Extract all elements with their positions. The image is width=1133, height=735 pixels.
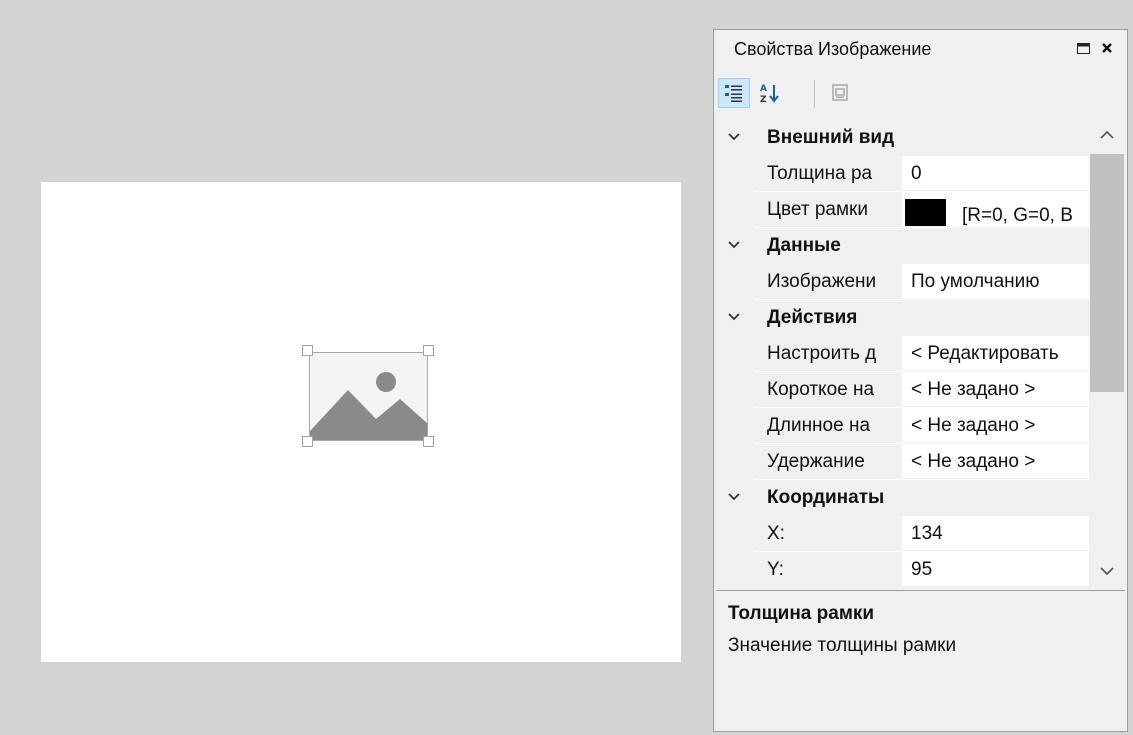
svg-text:Z: Z xyxy=(760,95,767,104)
image-widget[interactable] xyxy=(302,345,434,447)
description-text: Значение толщины рамки xyxy=(728,635,957,656)
chevron-down-icon[interactable] xyxy=(726,489,742,511)
configure-value[interactable]: < Редактировать xyxy=(903,336,1089,371)
scrollbar-thumb[interactable] xyxy=(1090,154,1124,392)
property-row-border-width[interactable]: Толщина ра 0 xyxy=(716,156,1089,192)
design-canvas[interactable] xyxy=(41,182,681,662)
property-label: Изображени xyxy=(754,264,902,299)
category-actions[interactable]: Действия xyxy=(716,300,1089,336)
property-label: Длинное на xyxy=(754,408,902,443)
property-label: Цвет рамки xyxy=(754,192,902,227)
category-data[interactable]: Данные xyxy=(716,228,1089,264)
category-label: Координаты xyxy=(767,487,885,508)
category-label: Действия xyxy=(767,307,858,328)
image-placeholder-icon xyxy=(309,352,428,441)
row-gutter xyxy=(716,408,754,444)
property-label: Удержание xyxy=(754,444,902,479)
row-gutter xyxy=(716,516,754,552)
row-gutter xyxy=(716,156,754,192)
property-label: Y: xyxy=(754,552,902,586)
row-gutter xyxy=(716,264,754,300)
resize-handle-top-right[interactable] xyxy=(423,345,434,356)
panel-toolbar: A Z xyxy=(714,70,1127,116)
chevron-down-icon[interactable] xyxy=(726,129,742,151)
property-label: Толщина ра xyxy=(754,156,902,191)
chevron-down-icon[interactable] xyxy=(726,237,742,259)
svg-text:A: A xyxy=(760,84,767,94)
hold-value[interactable]: < Не задано > xyxy=(903,444,1089,479)
property-label: Настроить д xyxy=(754,336,902,371)
property-label: Короткое на xyxy=(754,372,902,407)
property-row-short-press[interactable]: Короткое на < Не задано > xyxy=(716,372,1089,408)
category-coordinates[interactable]: Координаты xyxy=(716,480,1089,516)
resize-handle-bottom-right[interactable] xyxy=(423,436,434,447)
row-gutter xyxy=(716,552,754,586)
category-label: Внешний вид xyxy=(767,127,895,148)
panel-title: Свойства Изображение xyxy=(734,39,932,59)
row-gutter xyxy=(716,372,754,408)
color-rgb-text: [R=0, G=0, B xyxy=(962,205,1073,226)
row-gutter xyxy=(716,444,754,480)
property-row-configure[interactable]: Настроить д < Редактировать xyxy=(716,336,1089,372)
scroll-down-icon[interactable] xyxy=(1089,556,1125,586)
panel-titlebar: Свойства Изображение xyxy=(714,30,1127,66)
x-value[interactable]: 134 xyxy=(903,516,1089,551)
property-row-y[interactable]: Y: 95 xyxy=(716,552,1089,586)
row-gutter xyxy=(716,336,754,372)
vertical-scrollbar[interactable] xyxy=(1089,120,1125,586)
image-value[interactable]: По умолчанию xyxy=(903,264,1089,299)
sort-alphabetical-icon[interactable]: A Z xyxy=(754,78,786,108)
property-grid[interactable]: Внешний вид Толщина ра 0 Цвет рамки [R=0… xyxy=(716,120,1125,586)
chevron-down-icon[interactable] xyxy=(726,309,742,331)
property-label: X: xyxy=(754,516,902,551)
row-gutter xyxy=(716,192,754,228)
color-swatch xyxy=(905,199,946,226)
resize-handle-bottom-left[interactable] xyxy=(302,436,313,447)
toolbar-separator xyxy=(814,80,815,108)
property-row-image[interactable]: Изображени По умолчанию xyxy=(716,264,1089,300)
resize-handle-top-left[interactable] xyxy=(302,345,313,356)
description-pane: Толщина рамки Значение толщины рамки xyxy=(716,590,1125,730)
long-press-value[interactable]: < Не задано > xyxy=(903,408,1089,443)
description-title: Толщина рамки xyxy=(728,603,875,624)
border-width-value[interactable]: 0 xyxy=(903,156,1089,191)
scroll-up-icon[interactable] xyxy=(1089,120,1125,150)
category-appearance[interactable]: Внешний вид xyxy=(716,120,1089,156)
categorized-view-icon[interactable] xyxy=(718,78,750,108)
property-row-long-press[interactable]: Длинное на < Не задано > xyxy=(716,408,1089,444)
border-color-value[interactable]: [R=0, G=0, B xyxy=(903,192,1089,227)
close-icon[interactable] xyxy=(1096,37,1118,59)
property-pages-icon[interactable] xyxy=(824,78,856,108)
property-row-hold[interactable]: Удержание < Не задано > xyxy=(716,444,1089,480)
short-press-value[interactable]: < Не задано > xyxy=(903,372,1089,407)
window-restore-icon[interactable] xyxy=(1072,37,1094,59)
category-label: Данные xyxy=(767,235,841,256)
property-row-border-color[interactable]: Цвет рамки [R=0, G=0, B xyxy=(716,192,1089,228)
properties-panel: Свойства Изображение A Z Внешний вид Тол… xyxy=(713,29,1128,732)
y-value[interactable]: 95 xyxy=(903,552,1089,586)
property-row-x[interactable]: X: 134 xyxy=(716,516,1089,552)
